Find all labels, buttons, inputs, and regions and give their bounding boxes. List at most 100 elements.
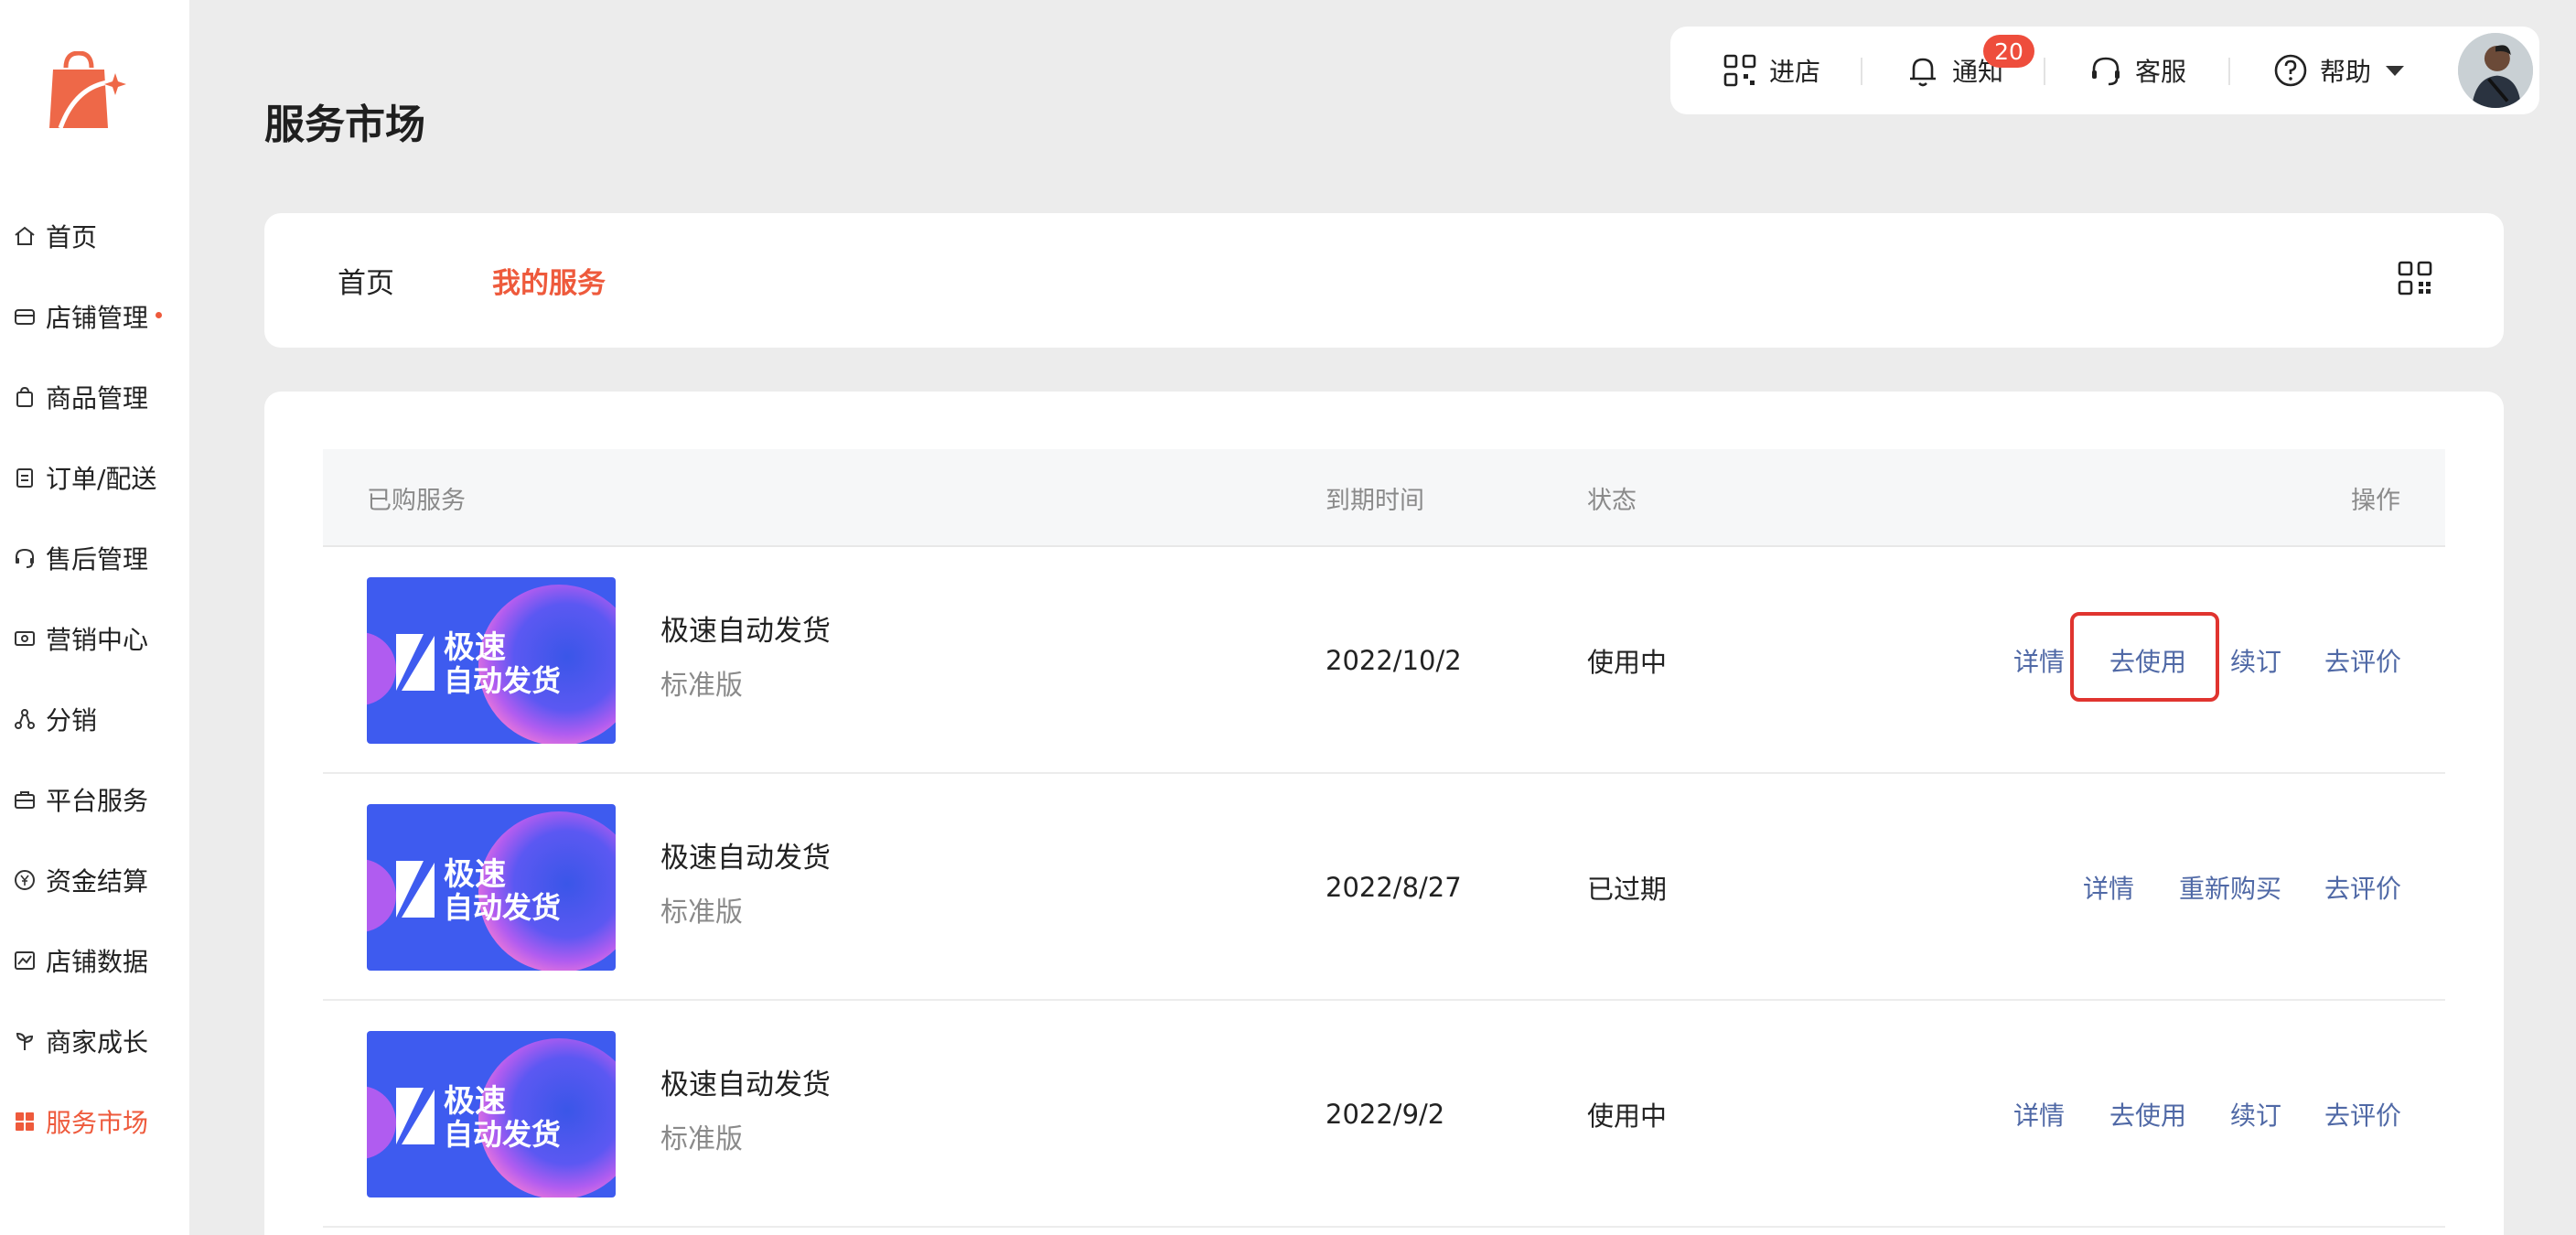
service-edition: 标准版 [660,1123,743,1155]
service-name: 极速自动发货 [660,1069,831,1101]
sidebar-item-label: 店铺数据 [46,947,149,977]
home-icon [13,224,37,248]
status-text: 已过期 [1587,874,1668,905]
table-row: 极速 自动发货 极速自动发货 标准版 2022/10/2 使用中 详情 去使用 … [323,547,2445,774]
sprout-icon [13,1029,37,1053]
sidebar: 首页 店铺管理 商品管理 订单/配送 售后管理 营销中心 分销 平台服务 资金结… [0,0,189,1235]
column-header-actions: 操作 [2351,487,2400,515]
sidebar-item-store[interactable]: 店铺管理 [0,276,189,357]
customer-service-button[interactable]: 客服 [2088,27,2186,114]
sidebar-item-distribution[interactable]: 分销 [0,679,189,759]
review-link[interactable]: 去评价 [2324,1001,2401,1228]
briefcase-icon [13,788,37,811]
sidebar-item-label: 服务市场 [46,1108,149,1138]
sidebar-item-products[interactable]: 商品管理 [0,357,189,437]
thumb-text-line2: 自动发货 [444,890,561,925]
page-title: 服务市场 [264,102,425,148]
help-icon [2274,54,2307,87]
sidebar-item-aftersales[interactable]: 售后管理 [0,518,189,598]
service-thumbnail: 极速 自动发货 [367,577,616,744]
bell-icon [1910,58,1936,87]
expiry-date: 2022/8/27 [1326,872,1462,903]
ticket-icon [13,627,37,650]
shopping-bag-logo-icon [48,50,126,132]
clipboard-icon [13,466,37,489]
sidebar-item-label: 首页 [46,222,98,252]
repurchase-link[interactable]: 重新购买 [2179,774,2281,1001]
thumb-text-line1: 极速 [444,856,506,893]
service-thumbnail: 极速 自动发货 [367,804,616,971]
service-name: 极速自动发货 [660,842,831,875]
bag-icon [13,385,37,409]
thumb-text-line2: 自动发货 [444,1117,561,1152]
share-nodes-icon [13,707,37,731]
store-icon [13,305,37,328]
qrcode-icon[interactable] [2397,260,2433,296]
headset-icon [13,546,37,570]
renew-link[interactable]: 续订 [2230,547,2281,774]
sidebar-item-label: 售后管理 [46,544,149,575]
service-edition: 标准版 [660,897,743,929]
sidebar-item-settlement[interactable]: 资金结算 [0,840,189,920]
sidebar-item-platform-services[interactable]: 平台服务 [0,759,189,840]
notification-count-badge: 20 [1983,35,2034,68]
sidebar-item-growth[interactable]: 商家成长 [0,1001,189,1081]
sidebar-item-label: 分销 [46,705,98,736]
details-link[interactable]: 详情 [2083,774,2134,1001]
sidebar-item-label: 营销中心 [46,625,149,655]
sidebar-item-marketing[interactable]: 营销中心 [0,598,189,679]
sidebar-item-orders[interactable]: 订单/配送 [0,437,189,518]
details-link[interactable]: 详情 [2013,1001,2065,1228]
status-text: 使用中 [1587,647,1668,678]
review-link[interactable]: 去评价 [2324,547,2401,774]
service-edition: 标准版 [660,670,743,702]
table-row: 极速 自动发货 极速自动发货 标准版 2022/9/2 使用中 详情 去使用 续… [323,1001,2445,1228]
sidebar-item-label: 店铺管理 [46,303,149,333]
tab-my-services[interactable]: 我的服务 [492,213,606,348]
details-link[interactable]: 详情 [2013,547,2065,774]
table-row: 极速 自动发货 极速自动发货 标准版 2022/8/27 已过期 详情 重新购买… [323,774,2445,1001]
sidebar-item-label: 商家成长 [46,1027,149,1058]
sidebar-item-home[interactable]: 首页 [0,196,189,276]
service-name: 极速自动发货 [660,615,831,648]
column-header-status: 状态 [1587,487,1637,515]
sidebar-item-label: 订单/配送 [46,464,157,494]
sidebar-item-label: 平台服务 [46,786,149,816]
expiry-date: 2022/10/2 [1326,645,1462,676]
customer-service-label: 客服 [2135,57,2187,87]
thumb-text-line2: 自动发货 [444,663,561,698]
sidebar-nav: 首页 店铺管理 商品管理 订单/配送 售后管理 营销中心 分销 平台服务 资金结… [0,196,189,1162]
renew-link[interactable]: 续订 [2230,1001,2281,1228]
sidebar-item-label: 资金结算 [46,866,149,897]
thumb-text-line1: 极速 [444,629,506,666]
column-header-service: 已购服务 [367,487,466,515]
table-header: 已购服务 到期时间 状态 操作 [323,449,2445,547]
use-link[interactable]: 去使用 [2109,547,2186,774]
yen-icon [13,868,37,892]
tab-home[interactable]: 首页 [338,213,394,348]
service-thumbnail: 极速 自动发货 [367,1031,616,1197]
toolbar-divider [1861,58,1862,85]
review-link[interactable]: 去评价 [2324,774,2401,1001]
qrcode-icon [1723,54,1756,87]
enter-store-label: 进店 [1769,57,1821,87]
enter-store-button[interactable]: 进店 [1722,27,1820,114]
toolbar-divider [2228,58,2230,85]
sidebar-item-label: 商品管理 [46,383,149,413]
expiry-date: 2022/9/2 [1326,1099,1445,1130]
column-header-expiry: 到期时间 [1326,487,1424,515]
use-link[interactable]: 去使用 [2109,1001,2186,1228]
sidebar-item-service-market[interactable]: 服务市场 [0,1081,189,1162]
status-text: 使用中 [1587,1101,1668,1132]
notification-dot [156,311,163,318]
headset-icon [2092,57,2120,86]
sidebar-item-store-data[interactable]: 店铺数据 [0,920,189,1001]
chevron-down-icon [2386,65,2405,76]
grid-icon [13,1110,37,1133]
help-dropdown[interactable]: 帮助 [2272,27,2405,114]
thumb-text-line1: 极速 [444,1083,506,1120]
toolbar-divider [2044,58,2045,85]
avatar[interactable] [2455,30,2536,111]
help-label: 帮助 [2320,57,2372,87]
chart-icon [13,949,37,972]
